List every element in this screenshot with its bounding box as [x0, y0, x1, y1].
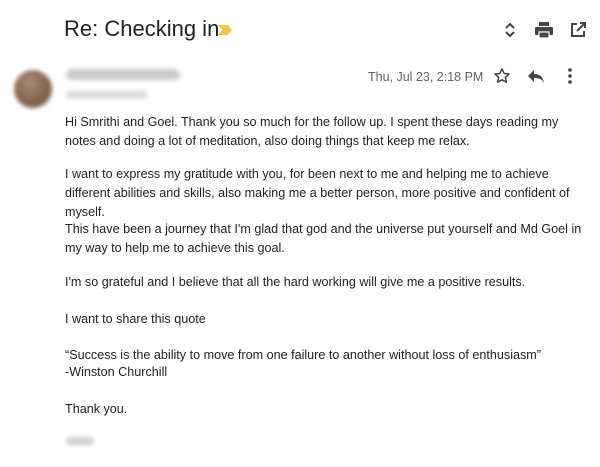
expand-collapse-icon[interactable] [500, 20, 520, 40]
closing-text: Thank you. [65, 402, 128, 416]
message-date: Thu, Jul 23, 2:18 PM [368, 70, 484, 84]
importance-marker-icon[interactable] [218, 25, 232, 35]
more-vert-icon[interactable] [560, 66, 580, 86]
quote-author: -Winston Churchill [65, 365, 168, 379]
reply-icon[interactable] [526, 66, 546, 86]
subject-header: Re: Checking in [64, 14, 594, 48]
body-paragraph: I'm so grateful and I believe that all t… [65, 275, 526, 289]
body-paragraph: Hi Smrithi and Goel. Thank you so much f… [65, 115, 559, 148]
body-paragraph: This have been a journey that I'm glad t… [65, 222, 582, 255]
body-paragraph: I want to share this quote [65, 312, 206, 326]
message-actions [492, 66, 580, 86]
sender-name-redacted [66, 69, 180, 80]
thread-actions [500, 20, 588, 40]
open-in-new-window-icon[interactable] [568, 20, 588, 40]
body-paragraph: I want to express my gratitude with you,… [65, 167, 570, 219]
print-icon[interactable] [534, 20, 554, 40]
recipient-line-redacted[interactable] [66, 91, 148, 99]
signature-redacted [66, 437, 94, 445]
sender-avatar[interactable] [14, 70, 52, 108]
email-subject: Re: Checking in [64, 16, 220, 41]
star-icon[interactable] [492, 66, 512, 86]
